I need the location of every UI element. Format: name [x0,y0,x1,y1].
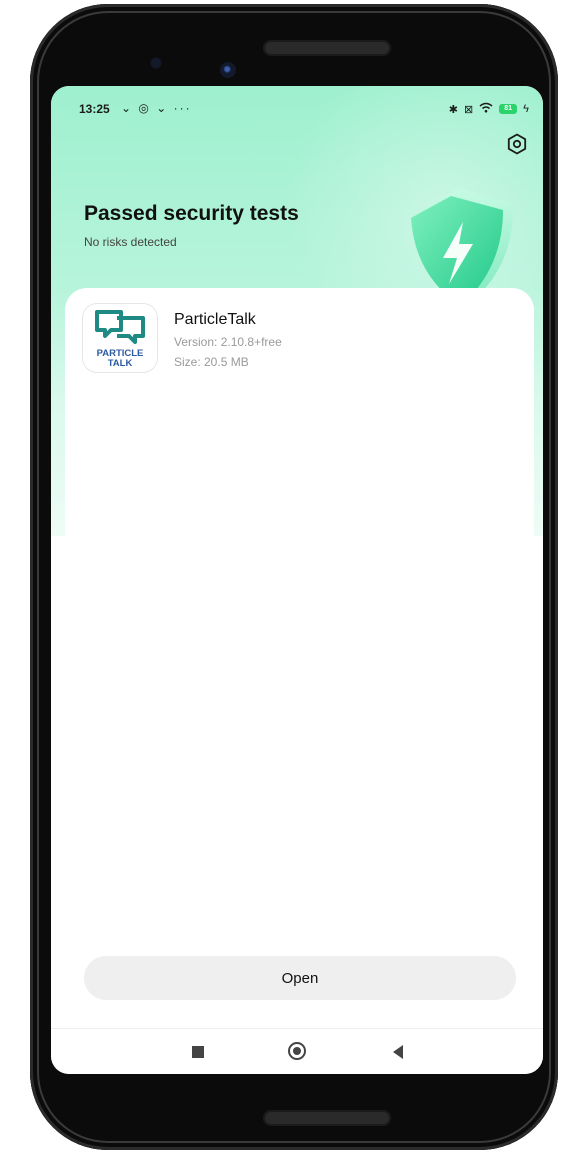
battery-level: 81 [504,105,513,112]
notification-icons: ⌄ ◎ ⌄ ··· [121,101,192,115]
home-icon[interactable] [288,1042,306,1060]
page-title: Passed security tests [84,202,299,225]
screen: 13:25 ⌄ ◎ ⌄ ··· ✱ ⊠ 81 ϟ Passed security… [51,86,543,1074]
front-camera-icon [220,62,236,78]
open-button[interactable]: Open [84,956,516,1000]
status-bar: 13:25 ⌄ ◎ ⌄ ··· ✱ ⊠ 81 ϟ [79,101,529,122]
app-info-card: PARTICLE TALK ParticleTalk Version: 2.10… [65,288,534,1048]
bottom-speaker [263,1110,391,1126]
sensor-icon [152,59,160,67]
app-size: Size: 20.5 MB [174,355,249,369]
earpiece-speaker [263,40,391,56]
sim-icon: ⊠ [463,103,474,116]
app-version: Version: 2.10.8+free [174,335,282,349]
bluetooth-icon: ✱ [448,103,458,116]
app-icon-text-2: TALK [108,358,133,369]
charging-icon: ϟ [523,103,529,115]
page-subtitle: No risks detected [84,235,177,249]
back-icon[interactable] [393,1045,403,1059]
settings-icon[interactable] [505,132,529,156]
navigation-bar [51,1028,543,1074]
wifi-icon [479,102,493,116]
system-icons: ✱ ⊠ 81 ϟ [449,102,529,116]
battery-icon: 81 [499,104,518,114]
app-name: ParticleTalk [174,311,256,328]
status-time: 13:25 [79,102,110,116]
recents-icon[interactable] [192,1046,204,1058]
app-icon: PARTICLE TALK [83,304,157,372]
